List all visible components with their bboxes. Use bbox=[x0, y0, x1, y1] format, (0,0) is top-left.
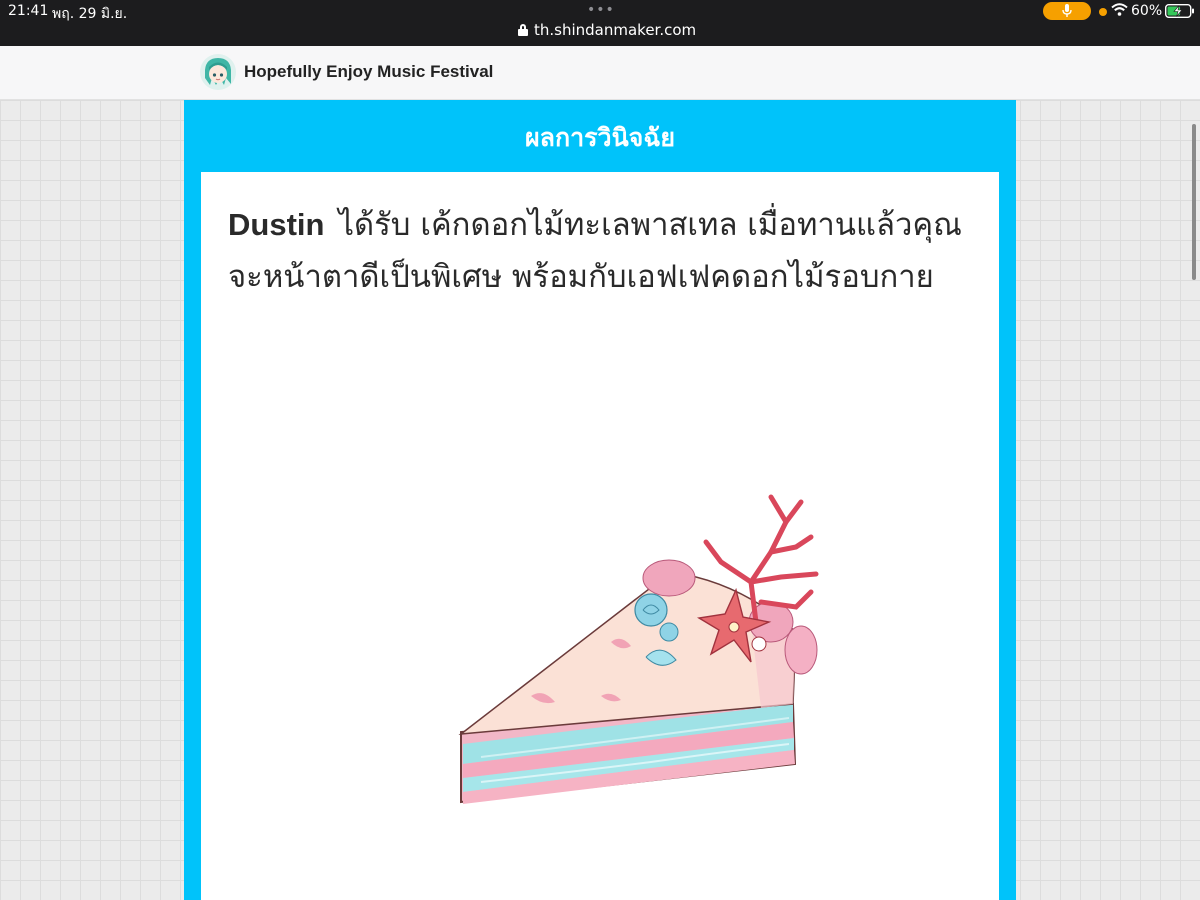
result-heading: ผลการวินิจฉัย bbox=[524, 123, 676, 152]
avatar-icon bbox=[200, 54, 236, 90]
microphone-icon bbox=[1062, 4, 1072, 17]
multitask-dots-icon[interactable]: ••• bbox=[587, 2, 615, 18]
address-bar[interactable]: th.shindanmaker.com bbox=[518, 21, 696, 39]
site-title[interactable]: Hopefully Enjoy Music Festival bbox=[244, 62, 493, 82]
site-logo[interactable] bbox=[200, 54, 236, 90]
privacy-dot-icon bbox=[1099, 8, 1107, 16]
scrollbar[interactable] bbox=[1192, 124, 1196, 280]
result-description: ได้รับ เค้กดอกไม้ทะเลพาสเทล เมื่อทานแล้ว… bbox=[228, 207, 962, 295]
status-date: พฤ. 29 มิ.ย. bbox=[52, 6, 128, 22]
result-card: Dustin ได้รับ เค้กดอกไม้ทะเลพาสเทล เมื่อท… bbox=[201, 172, 999, 900]
result-panel: ผลการวินิจฉัย Dustin ได้รับ เค้กดอกไม้ทะเ… bbox=[184, 100, 1016, 900]
status-time: 21:41 bbox=[8, 3, 49, 19]
battery-percent: 60% bbox=[1131, 3, 1163, 19]
lock-icon bbox=[518, 24, 528, 36]
result-text: Dustin ได้รับ เค้กดอกไม้ทะเลพาสเทล เมื่อท… bbox=[228, 199, 968, 303]
address-url: th.shindanmaker.com bbox=[534, 21, 697, 39]
battery-charging-icon bbox=[1165, 4, 1194, 18]
result-name: Dustin bbox=[228, 207, 325, 242]
wifi-icon bbox=[1111, 3, 1128, 16]
status-bar: 21:41 พฤ. 29 มิ.ย. ••• th.shindanmaker.c… bbox=[0, 0, 1200, 46]
site-header: Hopefully Enjoy Music Festival bbox=[0, 46, 1200, 100]
microphone-indicator bbox=[1043, 2, 1091, 20]
cake-illustration bbox=[458, 494, 819, 804]
